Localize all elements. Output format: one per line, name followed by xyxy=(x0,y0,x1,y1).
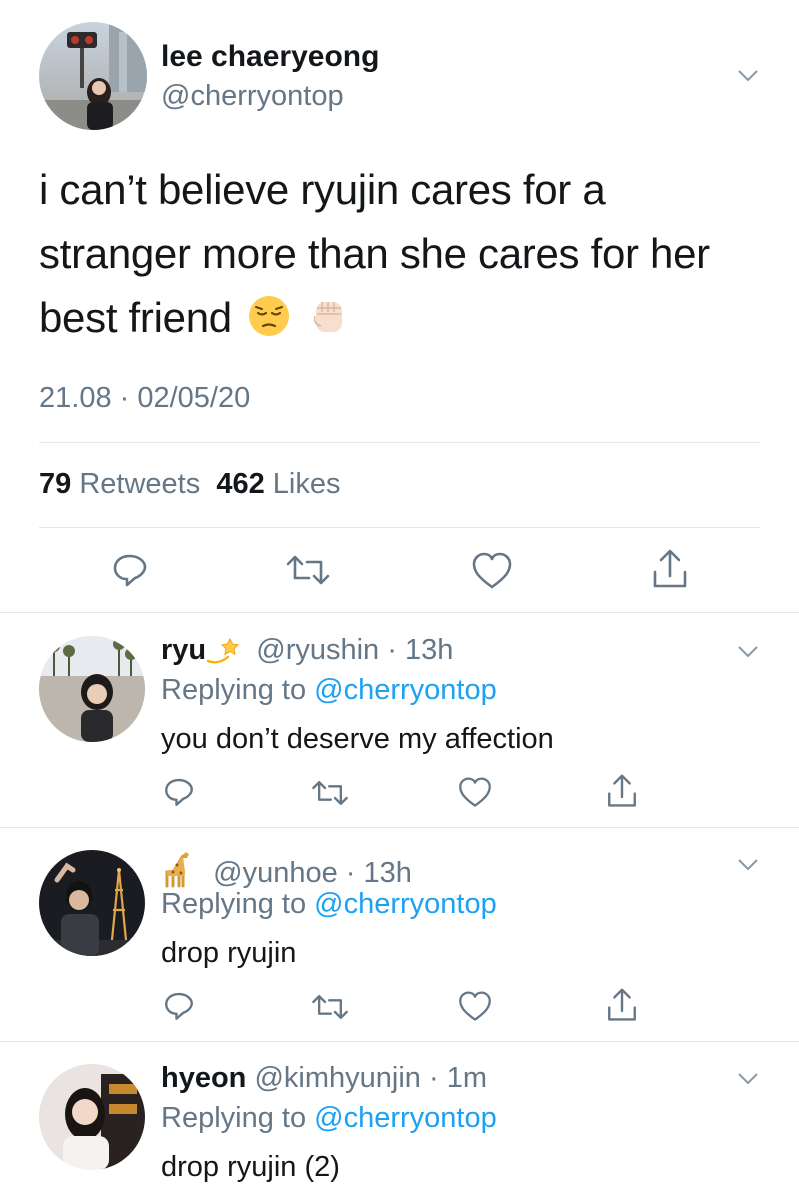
reply-handle[interactable]: @yunhoe xyxy=(213,857,338,889)
replying-to-label: Replying to xyxy=(161,1102,307,1134)
likes-count[interactable]: 462 xyxy=(216,468,264,500)
reply-handle[interactable]: @kimhyunjin xyxy=(254,1062,420,1094)
reply-header: ryu @ryushin · 13h xyxy=(161,634,453,673)
retweet-icon[interactable] xyxy=(284,552,332,588)
dizzy-star-icon xyxy=(206,635,240,673)
tweet-timestamp: 21.08 · 02/05/20 xyxy=(39,382,251,414)
retweets-label[interactable]: Retweets xyxy=(79,468,200,500)
reply-author-name[interactable]: ryu xyxy=(161,634,206,666)
reply-time: · 13h xyxy=(345,857,412,889)
retweets-count[interactable]: 79 xyxy=(39,468,71,500)
divider xyxy=(0,827,799,828)
author-avatar[interactable] xyxy=(39,22,147,130)
share-icon[interactable] xyxy=(605,987,639,1023)
like-icon[interactable] xyxy=(457,776,493,809)
reply-time: · 1m xyxy=(428,1062,487,1094)
reply-icon[interactable] xyxy=(162,989,196,1023)
replying-to-label: Replying to xyxy=(161,888,307,920)
replying-to-handle[interactable]: @cherryontop xyxy=(314,674,497,706)
like-icon[interactable] xyxy=(470,551,514,591)
retweet-icon[interactable] xyxy=(310,778,350,808)
main-tweet: lee chaeryeong @cherryontop i can’t beli… xyxy=(0,0,799,612)
retweet-icon[interactable] xyxy=(310,992,350,1022)
chevron-down-icon[interactable] xyxy=(737,858,759,872)
replying-to: Replying to @cherryontop xyxy=(161,888,497,921)
share-icon[interactable] xyxy=(650,548,690,590)
reply-text: drop ryujin xyxy=(161,937,297,969)
replying-to: Replying to @cherryontop xyxy=(161,1102,497,1135)
reply-avatar[interactable] xyxy=(39,850,145,956)
reply-author-name[interactable]: hyeon xyxy=(161,1062,246,1094)
pensive-face-icon xyxy=(247,292,291,336)
chevron-down-icon[interactable] xyxy=(737,1072,759,1086)
like-icon[interactable] xyxy=(457,990,493,1023)
tweet-stats: 79 Retweets 462 Likes xyxy=(39,468,341,501)
replying-to-handle[interactable]: @cherryontop xyxy=(314,888,497,920)
reply-text: you don’t deserve my affection xyxy=(161,723,554,755)
reply-header: hyeon @kimhyunjin · 1m xyxy=(161,1062,487,1095)
reply-handle[interactable]: @ryushin xyxy=(256,634,379,666)
reply-avatar[interactable] xyxy=(39,1064,145,1170)
chevron-down-icon[interactable] xyxy=(737,645,759,659)
reply-icon[interactable] xyxy=(110,550,150,590)
reply-avatar[interactable] xyxy=(39,636,145,742)
author-name[interactable]: lee chaeryeong xyxy=(161,40,379,74)
likes-label[interactable]: Likes xyxy=(273,468,341,500)
reply-text: drop ryujin (2) xyxy=(161,1151,340,1183)
divider xyxy=(0,612,799,613)
reply-time: · 13h xyxy=(387,634,454,666)
tweet-text: i can’t believe ryujin cares for a stran… xyxy=(39,158,759,350)
author-handle[interactable]: @cherryontop xyxy=(161,80,344,113)
divider xyxy=(0,1041,799,1042)
replying-to-label: Replying to xyxy=(161,674,307,706)
chevron-down-icon[interactable] xyxy=(737,69,759,83)
replying-to: Replying to @cherryontop xyxy=(161,674,497,707)
replying-to-handle[interactable]: @cherryontop xyxy=(314,1102,497,1134)
divider xyxy=(39,527,760,528)
reply-icon[interactable] xyxy=(162,775,196,809)
tweet-body: i can’t believe ryujin cares for a stran… xyxy=(39,166,710,341)
share-icon[interactable] xyxy=(605,773,639,809)
raised-fist-icon xyxy=(307,292,351,336)
divider xyxy=(39,442,760,443)
